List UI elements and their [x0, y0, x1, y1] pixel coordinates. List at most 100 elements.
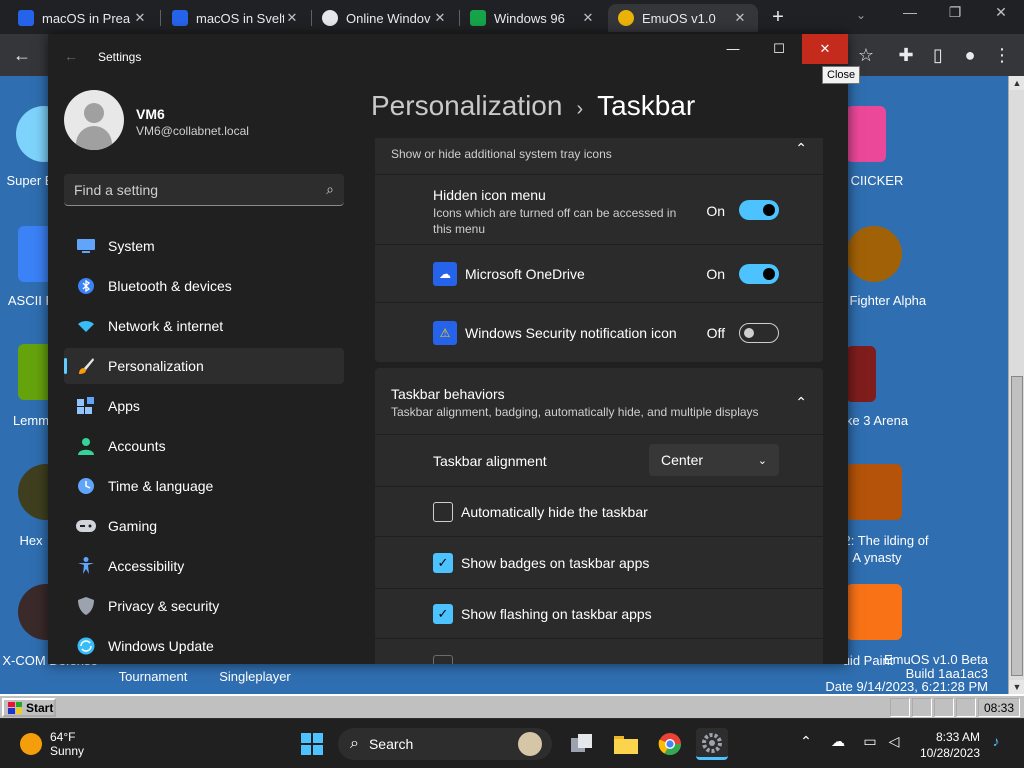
- close-icon[interactable]: ✕: [132, 10, 148, 26]
- restore-icon[interactable]: ❐: [940, 4, 970, 21]
- toggle-state-label: On: [706, 266, 725, 282]
- desktop-icon-art[interactable]: [846, 346, 876, 402]
- breadcrumb-parent[interactable]: Personalization: [371, 90, 562, 121]
- toggle-state-label: On: [706, 203, 725, 219]
- nav-item-system[interactable]: System: [64, 228, 344, 264]
- close-icon[interactable]: ✕: [284, 10, 300, 26]
- scroll-down-icon[interactable]: ▼: [1009, 680, 1024, 694]
- desktop-icon-art[interactable]: [846, 106, 886, 162]
- tab-separator: [160, 10, 161, 26]
- desktop-icon-art[interactable]: [846, 226, 902, 282]
- apps-icon: [76, 396, 96, 416]
- nav-label: Network & internet: [108, 318, 224, 334]
- browser-tab-bar: macOS in Prea ✕ macOS in Svelt ✕ Online …: [0, 0, 1024, 34]
- nav-item-privacy[interactable]: Privacy & security: [64, 588, 344, 624]
- system-clock[interactable]: 8:33 AM 10/28/2023: [900, 729, 980, 761]
- nav-item-windows-update[interactable]: Windows Update: [64, 628, 344, 664]
- checkbox-label: Automatically hide the taskbar: [461, 504, 648, 520]
- row-title: Windows Security notification icon: [465, 325, 677, 341]
- time-language-icon: [76, 476, 96, 496]
- tray-slot-icon[interactable]: [956, 698, 976, 717]
- find-setting-input[interactable]: Find a setting ⌕: [64, 174, 344, 206]
- settings-gear-icon[interactable]: [696, 728, 728, 760]
- nav-label: Apps: [108, 398, 140, 414]
- start-button[interactable]: Start: [2, 698, 56, 717]
- back-arrow-icon[interactable]: ←: [10, 43, 34, 67]
- onedrive-toggle[interactable]: [739, 264, 779, 284]
- chevron-up-icon[interactable]: ⌃: [796, 733, 816, 750]
- nav-item-time-language[interactable]: Time & language: [64, 468, 344, 504]
- nav-label: Time & language: [108, 478, 214, 494]
- nav-item-personalization[interactable]: Personalization: [64, 348, 344, 384]
- menu-dots-icon[interactable]: ⋮: [990, 43, 1014, 67]
- task-view-icon[interactable]: [566, 728, 598, 760]
- chevron-down-icon[interactable]: ⌄: [856, 8, 866, 22]
- minimize-button[interactable]: —: [710, 34, 756, 64]
- taskbar-alignment-dropdown[interactable]: Center ⌄: [649, 444, 779, 476]
- nav-item-apps[interactable]: Apps: [64, 388, 344, 424]
- minimize-icon[interactable]: —: [895, 4, 925, 20]
- back-arrow-icon[interactable]: ←: [64, 48, 78, 64]
- browser-tab-3[interactable]: Windows 96 ✕: [460, 4, 606, 32]
- close-icon[interactable]: ✕: [732, 10, 748, 26]
- nav-label: Windows Update: [108, 638, 214, 654]
- tray-slot-icon[interactable]: [890, 698, 910, 717]
- browser-tab-1[interactable]: macOS in Svelt ✕: [162, 4, 310, 32]
- display-icon[interactable]: ▭: [860, 733, 880, 750]
- side-panel-icon[interactable]: ▯: [926, 43, 950, 67]
- close-button[interactable]: ✕: [802, 34, 848, 64]
- avatar[interactable]: [64, 90, 124, 150]
- partial-checkbox[interactable]: [433, 655, 453, 664]
- desktop-icon-art[interactable]: [846, 584, 902, 640]
- windows-security-toggle[interactable]: [739, 323, 779, 343]
- scroll-up-icon[interactable]: ▲: [1009, 76, 1024, 90]
- scrollbar-thumb[interactable]: [1011, 376, 1023, 676]
- tray-slot-icon[interactable]: [912, 698, 932, 717]
- sun-icon[interactable]: [20, 733, 42, 755]
- page-title: Taskbar: [597, 90, 696, 121]
- nav-label: Personalization: [108, 358, 204, 374]
- profile-icon[interactable]: ●: [958, 43, 982, 67]
- browser-tab-4[interactable]: EmuOS v1.0 ✕: [608, 4, 758, 32]
- show-flashing-checkbox[interactable]: ✓: [433, 604, 453, 624]
- auto-hide-checkbox[interactable]: [433, 502, 453, 522]
- close-icon[interactable]: ✕: [432, 10, 448, 26]
- nav-item-gaming[interactable]: Gaming: [64, 508, 344, 544]
- weather-condition: Sunny: [50, 744, 85, 758]
- notification-bell-icon[interactable]: ♪: [986, 733, 1006, 749]
- desktop-icon-label[interactable]: Singleplayer: [200, 668, 310, 685]
- close-icon[interactable]: ✕: [986, 4, 1016, 21]
- file-explorer-icon[interactable]: [610, 728, 642, 760]
- star-icon[interactable]: ☆: [854, 43, 878, 67]
- new-tab-button[interactable]: +: [766, 6, 790, 29]
- tray-slot-icon[interactable]: [934, 698, 954, 717]
- chrome-icon[interactable]: [654, 728, 686, 760]
- browser-tab-0[interactable]: macOS in Prea ✕: [8, 4, 158, 32]
- close-icon[interactable]: ✕: [580, 10, 596, 26]
- nav-label: System: [108, 238, 155, 254]
- nav-item-network[interactable]: Network & internet: [64, 308, 344, 344]
- chevron-up-icon[interactable]: ⌃: [795, 394, 807, 411]
- nav-item-accounts[interactable]: Accounts: [64, 428, 344, 464]
- search-highlight-icon: [518, 732, 542, 756]
- desktop-icon-label[interactable]: Tournament: [98, 668, 208, 685]
- nav-item-bluetooth[interactable]: Bluetooth & devices: [64, 268, 344, 304]
- weather-widget[interactable]: 64°F Sunny: [50, 730, 84, 758]
- tab-title: macOS in Prea: [42, 10, 131, 26]
- row-title: Taskbar alignment: [433, 453, 547, 469]
- desktop-icon-art[interactable]: [846, 464, 902, 520]
- taskbar-search[interactable]: ⌕ Search: [338, 728, 552, 760]
- chevron-up-icon[interactable]: ⌃: [795, 140, 807, 157]
- hidden-icon-menu-toggle[interactable]: [739, 200, 779, 220]
- maximize-button[interactable]: ☐: [756, 34, 802, 64]
- browser-tab-2[interactable]: Online Windov ✕: [312, 4, 458, 32]
- extensions-icon[interactable]: ✚: [894, 43, 918, 67]
- network-icon: [76, 316, 96, 336]
- nav-item-accessibility[interactable]: Accessibility: [64, 548, 344, 584]
- desktop-scrollbar[interactable]: ▲ ▼: [1008, 76, 1024, 694]
- windows-start-icon[interactable]: [296, 728, 328, 760]
- onedrive-icon[interactable]: ☁: [828, 733, 848, 750]
- show-badges-checkbox[interactable]: ✓: [433, 553, 453, 573]
- chevron-down-icon: ⌄: [757, 454, 767, 467]
- brush-icon: [76, 356, 96, 376]
